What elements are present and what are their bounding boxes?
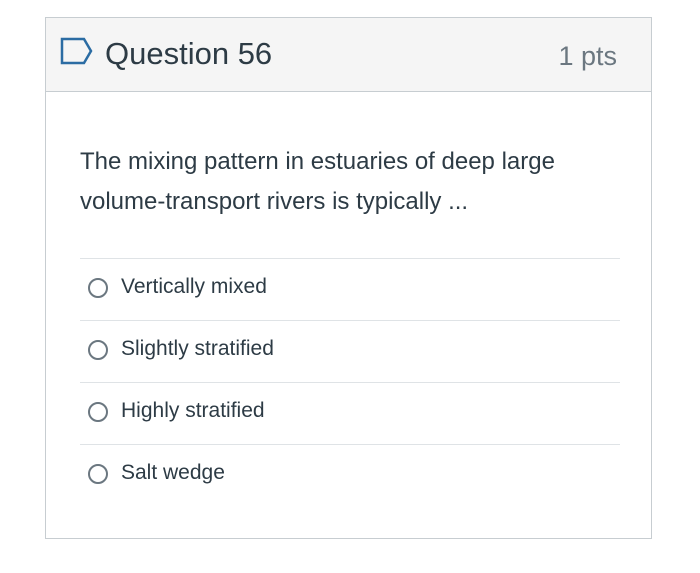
answer-label[interactable]: Salt wedge bbox=[121, 460, 225, 486]
question-title: Question 56 bbox=[105, 36, 273, 71]
answer-label[interactable]: Slightly stratified bbox=[121, 336, 274, 362]
answer-option[interactable]: Highly stratified bbox=[80, 382, 620, 444]
radio-button[interactable] bbox=[88, 340, 108, 360]
answer-option[interactable]: Vertically mixed bbox=[80, 258, 620, 320]
radio-button[interactable] bbox=[88, 464, 108, 484]
answer-label[interactable]: Vertically mixed bbox=[121, 274, 267, 300]
bookmark-flag-icon[interactable] bbox=[60, 37, 94, 65]
answer-option[interactable]: Salt wedge bbox=[80, 444, 620, 506]
answer-option[interactable]: Slightly stratified bbox=[80, 320, 620, 382]
question-text: The mixing pattern in estuaries of deep … bbox=[80, 148, 555, 215]
question-points: 1 pts bbox=[558, 41, 617, 71]
answer-list: Vertically mixed Slightly stratified Hig… bbox=[80, 258, 620, 506]
question-header: Question 56 1 pts bbox=[46, 18, 651, 92]
question-card: Question 56 1 pts The mixing pattern in … bbox=[45, 17, 652, 539]
radio-button[interactable] bbox=[88, 402, 108, 422]
answer-label[interactable]: Highly stratified bbox=[121, 398, 265, 424]
radio-button[interactable] bbox=[88, 278, 108, 298]
